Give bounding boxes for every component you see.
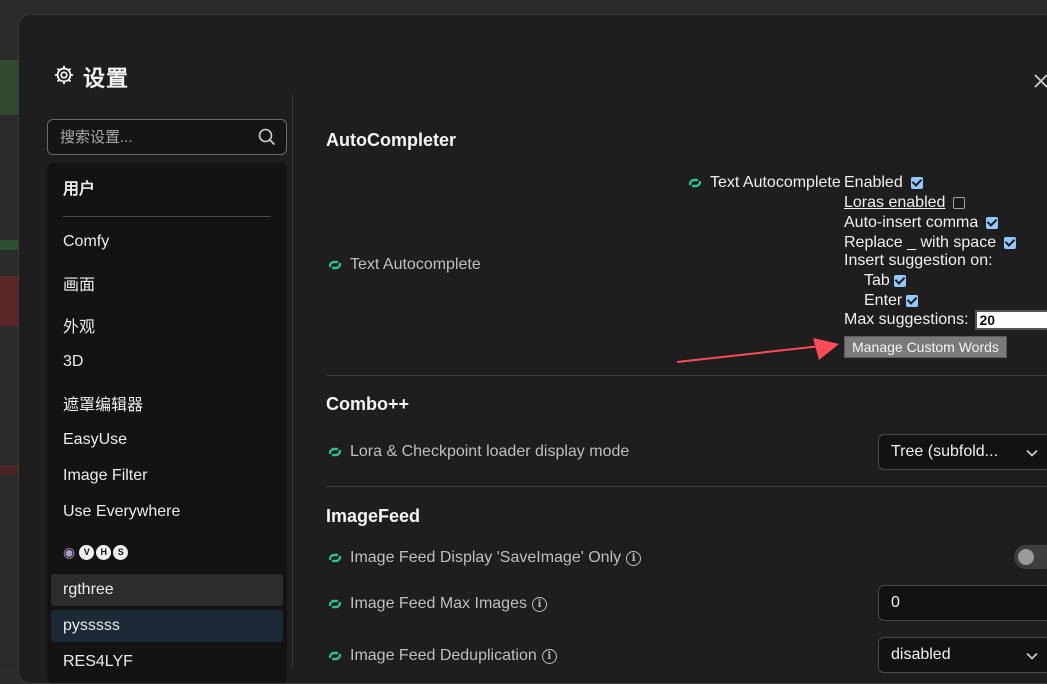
option-enabled: Enabled	[844, 174, 923, 192]
sidebar-item-image-filter[interactable]: Image Filter	[51, 460, 283, 492]
info-icon[interactable]: i	[541, 648, 557, 664]
vhs-letter: H	[96, 544, 112, 560]
sidebar-item-appearance[interactable]: 外观	[51, 309, 283, 341]
setting-label-text: Lora & Checkpoint loader display mode	[350, 443, 630, 460]
sidebar-item-use-everywhere[interactable]: Use Everywhere	[51, 496, 283, 528]
display-mode-select[interactable]: Tree (subfold...	[878, 434, 1047, 470]
section-title-combo: Combo++	[326, 394, 410, 414]
saveimage-only-toggle[interactable]	[1014, 545, 1047, 569]
pysssss-icon	[328, 553, 342, 563]
setting-label-text: Image Feed Deduplication	[350, 647, 537, 664]
info-icon[interactable]: i	[531, 596, 547, 612]
enabled-checkbox[interactable]	[910, 177, 923, 189]
close-icon[interactable]	[1033, 73, 1047, 89]
option-label: Max suggestions:	[844, 311, 969, 328]
select-value: Tree (subfold...	[891, 443, 999, 460]
pysssss-icon	[328, 599, 342, 609]
max-suggestions-input[interactable]: 20	[974, 310, 1047, 330]
tab-checkbox[interactable]	[893, 275, 906, 287]
setting-label-saveimage-only: Image Feed Display 'SaveImage' Only i	[326, 549, 642, 567]
option-label: Enter	[864, 292, 903, 309]
settings-content: AutoCompleter Text Autocomplete Text Aut…	[293, 94, 1047, 673]
option-insert-on: Insert suggestion on:	[844, 252, 993, 270]
pysssss-icon	[328, 651, 342, 661]
option-label: Replace _ with space	[844, 234, 997, 251]
section-divider	[326, 375, 1047, 376]
setting-label-deduplication: Image Feed Deduplication i	[326, 647, 557, 665]
sidebar-item-3d[interactable]: 3D	[51, 346, 283, 378]
option-label: Insert suggestion on:	[844, 252, 993, 269]
autocomplete-heading-text: Text Autocomplete	[710, 174, 841, 191]
sidebar-item-res4lyf[interactable]: RES4LYF	[51, 646, 283, 678]
pysssss-icon	[328, 447, 342, 457]
setting-label-max-images: Image Feed Max Images i	[326, 595, 547, 613]
vhs-letter: S	[113, 544, 129, 560]
sidebar-item-user[interactable]: 用户	[51, 171, 283, 203]
option-replace-underscore: Replace _ with space	[844, 234, 1017, 252]
camera-icon: ◉	[63, 543, 76, 560]
sidebar-item-pysssss[interactable]: pysssss	[51, 610, 283, 642]
vhs-logo: ◉ V H S	[63, 543, 129, 561]
info-icon[interactable]: i	[626, 550, 642, 566]
loras-checkbox[interactable]	[953, 197, 966, 209]
chevron-down-icon	[1026, 449, 1038, 457]
background-node	[0, 465, 18, 475]
sidebar-item-vhs[interactable]: ◉ V H S	[51, 536, 283, 568]
settings-sidebar: 用户 Comfy 画面 外观 3D 遮罩编辑器 EasyUse Image Fi…	[47, 163, 287, 683]
setting-label-text: Image Feed Max Images	[350, 595, 527, 612]
autocomplete-heading: Text Autocomplete	[686, 174, 841, 192]
sidebar-divider	[63, 216, 271, 217]
settings-search	[47, 119, 287, 155]
option-enter: Enter	[864, 292, 919, 310]
chevron-down-icon	[1026, 652, 1038, 660]
setting-label-text: Text Autocomplete	[350, 256, 481, 273]
dialog-title: 设置	[83, 66, 130, 91]
option-label: Enabled	[844, 174, 903, 191]
option-label: Loras enabled	[844, 194, 946, 211]
sidebar-item-easyuse[interactable]: EasyUse	[51, 424, 283, 456]
background-node	[0, 240, 18, 250]
background-node	[0, 60, 18, 115]
sidebar-item-canvas[interactable]: 画面	[51, 267, 283, 299]
replace-underscore-checkbox[interactable]	[1004, 237, 1017, 249]
option-label: Tab	[864, 272, 890, 289]
auto-comma-checkbox[interactable]	[986, 217, 999, 229]
annotation-arrow	[676, 338, 839, 363]
enter-checkbox[interactable]	[906, 295, 919, 307]
option-auto-comma: Auto-insert comma	[844, 214, 999, 232]
search-input[interactable]	[48, 120, 248, 154]
select-value: disabled	[891, 646, 951, 663]
sidebar-item-rgthree[interactable]: rgthree	[51, 574, 283, 606]
sidebar-item-comfy[interactable]: Comfy	[51, 226, 283, 258]
vhs-letter: V	[79, 544, 95, 560]
gear-icon	[53, 64, 75, 91]
section-title-autocompleter: AutoCompleter	[326, 130, 456, 150]
sidebar-item-mask-editor[interactable]: 遮罩编辑器	[51, 387, 283, 419]
manage-custom-words-button[interactable]: Manage Custom Words	[844, 336, 1007, 358]
dialog-header: 设置	[53, 61, 129, 93]
option-max-suggestions: Max suggestions: 20	[844, 310, 1047, 330]
pysssss-icon	[688, 178, 702, 188]
toggle-knob	[1018, 549, 1034, 565]
background-node	[0, 276, 18, 326]
max-images-input[interactable]: 0	[878, 585, 1047, 621]
setting-label-display-mode: Lora & Checkpoint loader display mode	[326, 443, 629, 461]
option-label: Auto-insert comma	[844, 214, 979, 231]
section-divider	[326, 486, 1047, 487]
setting-label-text: Image Feed Display 'SaveImage' Only	[350, 549, 622, 566]
section-title-imagefeed: ImageFeed	[326, 506, 421, 526]
setting-label-text-autocomplete: Text Autocomplete	[326, 256, 481, 274]
option-loras: Loras enabled	[844, 194, 966, 212]
search-icon[interactable]	[258, 128, 276, 146]
pysssss-icon	[328, 260, 342, 270]
option-tab: Tab	[864, 272, 906, 290]
